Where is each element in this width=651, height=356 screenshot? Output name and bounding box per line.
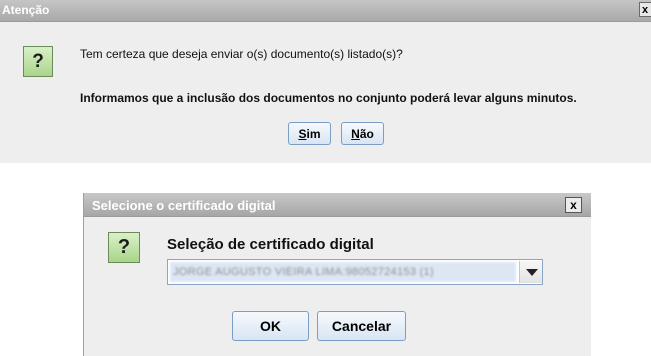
certificate-selected-value: JORGE AUGUSTO VIEIRA LIMA:98052724153 (1… <box>170 262 516 282</box>
no-button[interactable]: Não <box>341 122 384 145</box>
info-message: Informamos que a inclusão dos documentos… <box>80 91 577 105</box>
certificate-label: Seleção de certificado digital <box>167 236 374 253</box>
confirm-message: Tem certeza que deseja enviar o(s) docum… <box>80 47 403 61</box>
certificate-select[interactable]: JORGE AUGUSTO VIEIRA LIMA:98052724153 (1… <box>167 259 543 285</box>
no-label-rest: ão <box>359 126 374 141</box>
confirm-dialog: Atenção x ? Tem certeza que deseja envia… <box>0 0 651 163</box>
chevron-down-icon <box>526 269 538 276</box>
certificate-dialog-title: Selecione o certificado digital <box>92 198 276 213</box>
question-icon: ? <box>23 46 53 77</box>
yes-label-rest: im <box>306 126 321 141</box>
ok-button[interactable]: OK <box>232 311 309 341</box>
yes-button[interactable]: Sim <box>288 122 331 145</box>
question-icon: ? <box>108 232 140 263</box>
dropdown-arrow-button[interactable] <box>519 261 542 283</box>
certificate-dialog-titlebar[interactable]: Selecione o certificado digital x <box>84 193 591 217</box>
close-button[interactable]: x <box>565 197 582 213</box>
no-mnemonic: N <box>351 126 360 141</box>
certificate-dialog: Selecione o certificado digital x ? Sele… <box>83 193 591 356</box>
confirm-dialog-titlebar[interactable]: Atenção x <box>0 0 651 22</box>
yes-mnemonic: S <box>298 126 307 141</box>
confirm-dialog-title: Atenção <box>2 3 50 17</box>
cancel-button[interactable]: Cancelar <box>317 311 406 341</box>
close-button[interactable]: x <box>639 2 651 17</box>
